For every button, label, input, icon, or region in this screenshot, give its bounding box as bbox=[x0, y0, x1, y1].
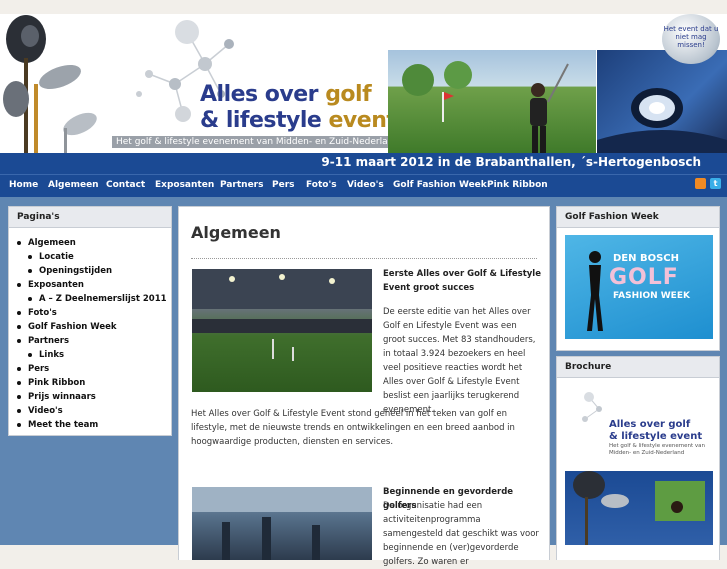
sidebar-title: Pagina's bbox=[9, 207, 171, 228]
article-1-title[interactable]: Eerste Alles over Golf & Lifestyle Event… bbox=[383, 267, 541, 295]
main-content: Algemeen Eerste Alles over Golf & Lifest… bbox=[178, 206, 550, 567]
nav-item-home[interactable]: Home bbox=[9, 180, 38, 190]
date-bar: 9-11 maart 2012 in de Brabanthallen, ´s-… bbox=[0, 153, 727, 174]
golfer-silhouette bbox=[402, 61, 569, 153]
sidebar-item-meet-the-team[interactable]: Meet the team bbox=[9, 418, 171, 432]
brochure-photo-band bbox=[565, 471, 713, 545]
logo-word: & lifestyle bbox=[200, 108, 322, 133]
golfers-hall-photo[interactable] bbox=[192, 487, 372, 560]
brochure-subtitle: Het golf & lifestyle evenement van Midde… bbox=[609, 443, 705, 456]
sidebar-item-links[interactable]: Links bbox=[9, 348, 171, 362]
brochure-clubs-graphic bbox=[573, 471, 705, 545]
golf-clubs-illustration bbox=[3, 15, 97, 174]
page: Alles over golf & lifestyle event Het go… bbox=[0, 14, 727, 567]
nav-item-contact[interactable]: Contact bbox=[106, 180, 145, 190]
brochure-title-1: Alles over golf bbox=[609, 419, 691, 430]
site-tagline: Het golf & lifestyle evenement van Midde… bbox=[112, 136, 404, 148]
sidebar-list: Algemeen Locatie Openingstijden Exposant… bbox=[9, 228, 171, 432]
brochure-title-2: & lifestyle event bbox=[609, 431, 703, 442]
article-2-body: De organisatie had een activiteitenprogr… bbox=[383, 501, 539, 567]
brochure-cover[interactable]: Alles over golf & lifestyle event Het go… bbox=[565, 385, 713, 545]
sidebar-item-videos[interactable]: Video's bbox=[9, 404, 171, 418]
car-photo bbox=[597, 50, 727, 153]
rss-icon[interactable] bbox=[695, 178, 706, 189]
site-header: Alles over golf & lifestyle event Het go… bbox=[0, 14, 727, 174]
golf-fashion-week-banner[interactable]: DEN BOSCH GOLF FASHION WEEK bbox=[565, 235, 713, 339]
title-divider bbox=[191, 258, 537, 259]
brochure-widget: Brochure Alles over golf & lifestyle eve… bbox=[556, 356, 720, 560]
sidebar-item-partners[interactable]: Partners bbox=[9, 334, 171, 348]
car-headlight-graphic bbox=[597, 88, 727, 153]
logo-word: Alles over bbox=[200, 82, 319, 107]
article-1-body: De eerste editie van het Alles over Golf… bbox=[383, 307, 536, 415]
sidebar-item-locatie[interactable]: Locatie bbox=[9, 250, 171, 264]
twitter-icon[interactable]: t bbox=[710, 178, 721, 189]
sidebar-item-pink-ribbon[interactable]: Pink Ribbon bbox=[9, 376, 171, 390]
event-hall-photo[interactable] bbox=[192, 269, 372, 392]
pages-sidebar: Pagina's Algemeen Locatie Openingstijden… bbox=[8, 206, 172, 436]
nav-item-algemeen[interactable]: Algemeen bbox=[48, 180, 99, 190]
gfw-fashion-week: FASHION WEEK bbox=[613, 291, 690, 301]
logo-word-accent: golf bbox=[325, 82, 372, 107]
page-title: Algemeen bbox=[191, 223, 281, 242]
sidebar-item-exposanten[interactable]: Exposanten bbox=[9, 278, 171, 292]
event-badge: Het event dat u niet mag missen! bbox=[662, 14, 720, 64]
sidebar-item-pers[interactable]: Pers bbox=[9, 362, 171, 376]
gfw-golf: GOLF bbox=[609, 265, 679, 290]
nav-item-pers[interactable]: Pers bbox=[272, 180, 295, 190]
logo-word-accent: event bbox=[328, 108, 397, 133]
golfers-hall-graphic bbox=[192, 487, 372, 560]
widget-title: Brochure bbox=[557, 357, 719, 378]
logo-title-line-1[interactable]: Alles over golf bbox=[200, 82, 372, 107]
golfer-photo bbox=[388, 50, 596, 153]
golfer-woman-silhouette bbox=[587, 251, 603, 331]
nav-item-pink-ribbon[interactable]: Pink Ribbon bbox=[487, 180, 548, 190]
main-navigation: Home Algemeen Contact Exposanten Partner… bbox=[0, 174, 727, 197]
article-1-continuation: Het Alles over Golf & Lifestyle Event st… bbox=[191, 409, 515, 447]
nav-item-partners[interactable]: Partners bbox=[220, 180, 263, 190]
nav-item-golf-fashion-week[interactable]: Golf Fashion Week bbox=[393, 180, 487, 190]
sidebar-item-deelnemerslijst[interactable]: A – Z Deelnemerslijst 2011 bbox=[9, 292, 171, 306]
logo-title-line-2[interactable]: & lifestyle event bbox=[200, 108, 397, 133]
golf-fashion-week-widget: Golf Fashion Week DEN BOSCH GOLF FASHION… bbox=[556, 206, 720, 351]
sidebar-item-golf-fashion-week[interactable]: Golf Fashion Week bbox=[9, 320, 171, 334]
gfw-city: DEN BOSCH bbox=[613, 253, 680, 264]
brochure-molecule-graphic bbox=[582, 392, 602, 422]
event-hall-graphic bbox=[192, 269, 372, 361]
sidebar-item-fotos[interactable]: Foto's bbox=[9, 306, 171, 320]
widget-title: Golf Fashion Week bbox=[557, 207, 719, 228]
event-date-location: 9-11 maart 2012 in de Brabanthallen, ´s-… bbox=[321, 155, 701, 169]
nav-item-fotos[interactable]: Foto's bbox=[306, 180, 337, 190]
sidebar-item-openingstijden[interactable]: Openingstijden bbox=[9, 264, 171, 278]
nav-item-videos[interactable]: Video's bbox=[347, 180, 384, 190]
nav-item-exposanten[interactable]: Exposanten bbox=[155, 180, 214, 190]
sidebar-item-algemeen[interactable]: Algemeen bbox=[9, 236, 171, 250]
sidebar-item-prijs-winnaars[interactable]: Prijs winnaars bbox=[9, 390, 171, 404]
